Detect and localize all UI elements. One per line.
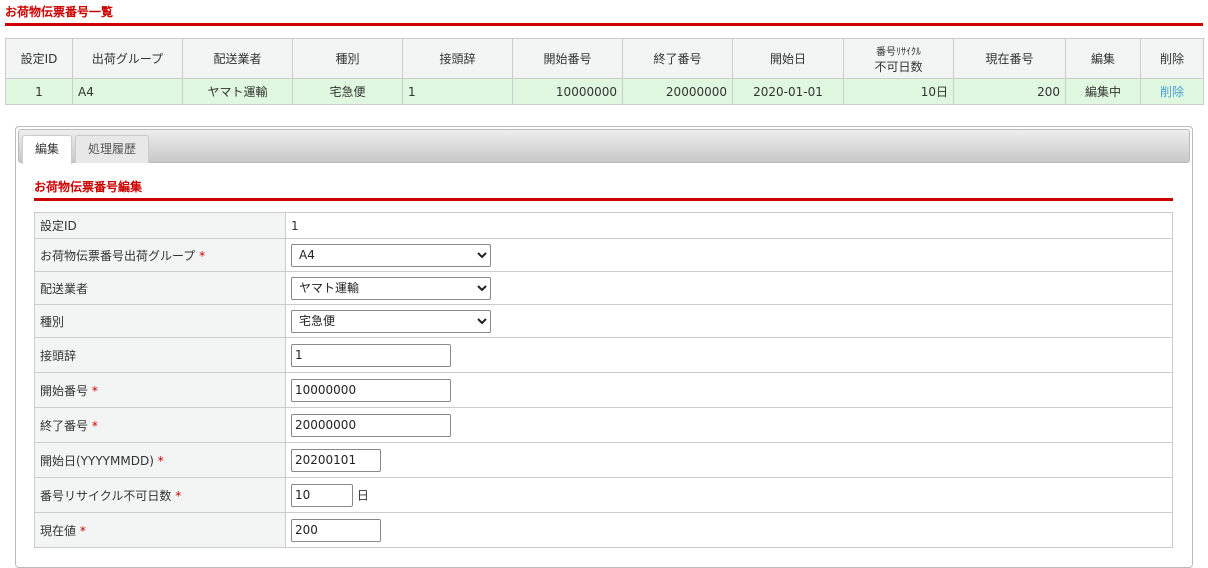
table-row[interactable]: 1 A4 ヤマト運輸 宅急便 1 10000000 20000000 2020-… <box>5 78 1204 105</box>
cell-carrier: ヤマト運輸 <box>182 78 293 105</box>
cell-recycle: 10日 <box>843 78 954 105</box>
label-group: お荷物伝票番号出荷グループ * <box>34 238 286 272</box>
col-start: 開始番号 <box>512 38 623 79</box>
col-prefix: 接頭辞 <box>402 38 513 79</box>
cell-start: 10000000 <box>512 78 623 105</box>
col-start-date: 開始日 <box>732 38 844 79</box>
current-value-input[interactable] <box>291 518 381 542</box>
label-type: 種別 <box>34 304 286 338</box>
col-delete: 削除 <box>1140 38 1204 79</box>
end-number-input[interactable] <box>291 413 451 437</box>
tab-edit[interactable]: 編集 <box>22 135 73 164</box>
col-recycle-line2: 不可日数 <box>874 59 923 74</box>
col-carrier: 配送業者 <box>182 38 293 79</box>
type-select[interactable]: 宅急便 <box>291 309 491 333</box>
label-id: 設定ID <box>34 212 286 239</box>
delete-link[interactable]: 削除 <box>1140 78 1204 105</box>
label-current: 現在値 * <box>34 512 286 548</box>
col-edit: 編集 <box>1065 38 1141 79</box>
col-end: 終了番号 <box>622 38 733 79</box>
label-prefix: 接頭辞 <box>34 337 286 373</box>
cell-group: A4 <box>72 78 183 105</box>
cell-type: 宅急便 <box>292 78 403 105</box>
cell-start-date: 2020-01-01 <box>732 78 844 105</box>
cell-id: 1 <box>5 78 73 105</box>
form-title: お荷物伝票番号編集 <box>34 180 143 194</box>
edit-form: 設定ID 1 お荷物伝票番号出荷グループ * A4 配送業者 ヤマト運輸 種別 宅急便 … <box>34 212 1173 548</box>
start-number-input[interactable] <box>291 378 451 402</box>
start-date-input[interactable] <box>291 448 381 472</box>
value-id: 1 <box>285 212 1173 239</box>
prefix-input[interactable] <box>291 343 451 367</box>
tab-bar: 編集 処理履歴 <box>18 129 1190 164</box>
col-id: 設定ID <box>5 38 73 79</box>
title-divider <box>5 23 1203 26</box>
recycle-unit: 日 <box>356 488 369 502</box>
col-recycle: 番号ﾘｻｲｸﾙ 不可日数 <box>843 38 954 79</box>
cell-current: 200 <box>953 78 1066 105</box>
label-start-date: 開始日(YYYYMMDD) * <box>34 442 286 478</box>
col-type: 種別 <box>292 38 403 79</box>
shipping-number-table: 設定ID 出荷グループ 配送業者 種別 接頭辞 開始番号 終了番号 開始日 番号… <box>5 38 1204 105</box>
cell-edit-status: 編集中 <box>1065 78 1141 105</box>
label-end: 終了番号 * <box>34 407 286 443</box>
edit-panel: 編集 処理履歴 お荷物伝票番号編集 設定ID 1 お荷物伝票番号出荷グループ * A… <box>15 126 1193 568</box>
label-carrier: 配送業者 <box>34 271 286 305</box>
label-recycle: 番号リサイクル不可日数 * <box>34 477 286 513</box>
form-title-divider <box>34 198 1173 201</box>
carrier-select[interactable]: ヤマト運輸 <box>291 276 491 300</box>
cell-end: 20000000 <box>622 78 733 105</box>
tab-history[interactable]: 処理履歴 <box>75 135 150 163</box>
col-current: 現在番号 <box>953 38 1066 79</box>
cell-prefix: 1 <box>402 78 513 105</box>
group-select[interactable]: A4 <box>291 243 491 267</box>
col-recycle-line1: 番号ﾘｻｲｸﾙ <box>876 46 921 58</box>
recycle-days-input[interactable] <box>291 483 353 507</box>
label-start: 開始番号 * <box>34 372 286 408</box>
table-header: 設定ID 出荷グループ 配送業者 種別 接頭辞 開始番号 終了番号 開始日 番号… <box>5 38 1204 79</box>
page-title: お荷物伝票番号一覧 <box>5 5 114 19</box>
col-group: 出荷グループ <box>72 38 183 79</box>
